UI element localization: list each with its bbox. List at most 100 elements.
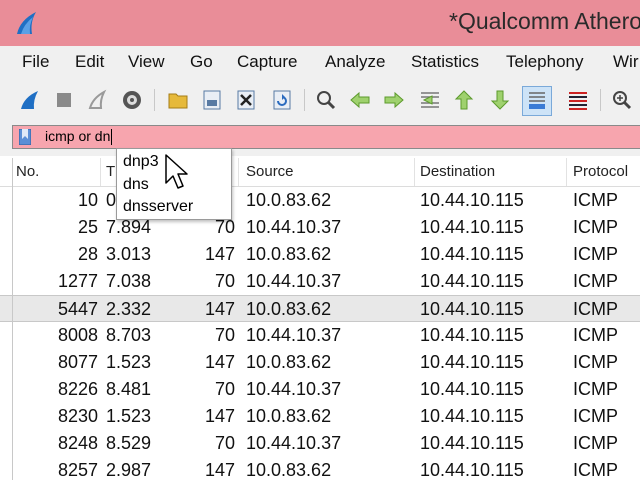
shark-fin-icon[interactable] [18,88,42,112]
cell-destination: 10.44.10.115 [420,379,524,399]
cell-destination: 10.44.10.115 [420,325,524,345]
zoom-in-icon[interactable] [610,88,634,112]
capture-options-icon[interactable] [120,88,144,112]
cell-source: 10.0.83.62 [246,244,332,264]
column-divider[interactable] [238,158,239,186]
menu-wireless[interactable]: Wir [613,52,638,72]
cell-length: 70 [214,433,235,453]
display-filter-text: icmp or dn [45,128,113,146]
cell-source: 10.44.10.37 [246,325,342,345]
cell-destination: 10.44.10.115 [420,299,524,319]
cell-no: 8257 [57,460,98,480]
cell-protocol: ICMP [573,433,618,453]
go-last-icon[interactable] [488,88,512,112]
cell-source: 10.44.10.37 [246,217,342,237]
filter-toolbar: icmp or dn [0,118,640,156]
cell-time: 3.013 [106,244,152,264]
open-folder-icon[interactable] [166,88,190,112]
mouse-cursor-icon [165,154,188,189]
cell-destination: 10.44.10.115 [420,271,524,291]
column-header-protocol[interactable]: Protocol [573,163,628,180]
column-header-time[interactable]: T [106,163,115,180]
table-row[interactable]: 8248 8.529 70 10.44.10.37 10.44.10.115 I… [0,430,640,457]
find-icon[interactable] [314,88,338,112]
menu-go[interactable]: Go [190,52,213,72]
table-row[interactable]: 8008 8.703 70 10.44.10.37 10.44.10.115 I… [0,322,640,349]
stop-icon[interactable] [52,88,76,112]
window-title: *Qualcomm Athero [449,8,640,34]
autoscroll-icon[interactable] [522,86,552,116]
cell-source: 10.0.83.62 [246,352,332,372]
column-divider[interactable] [414,158,415,186]
table-row[interactable]: 8230 1.523 147 10.0.83.62 10.44.10.115 I… [0,403,640,430]
cell-length: 147 [204,352,235,372]
packet-list-header: No. T Source Destination Protocol [0,158,640,187]
cell-destination: 10.44.10.115 [420,433,524,453]
column-header-destination[interactable]: Destination [420,163,495,180]
cell-protocol: ICMP [573,325,618,345]
toolbar-separator [600,89,601,111]
go-back-icon[interactable] [348,88,372,112]
cell-no: 8077 [57,352,98,372]
cell-source: 10.44.10.37 [246,271,342,291]
table-row[interactable]: 25 7.894 70 10.44.10.37 10.44.10.115 ICM… [0,214,640,241]
cell-no: 28 [77,244,98,264]
table-row[interactable]: 1277 7.038 70 10.44.10.37 10.44.10.115 I… [0,268,640,295]
table-row[interactable]: 28 3.013 147 10.0.83.62 10.44.10.115 ICM… [0,241,640,268]
cell-no: 1277 [57,271,98,291]
toolbar-separator [304,89,305,111]
menu-view[interactable]: View [128,52,165,72]
column-header-source[interactable]: Source [246,163,294,180]
autocomplete-item-dns[interactable]: dns [123,176,149,194]
menu-capture[interactable]: Capture [237,52,297,72]
restart-fin-icon[interactable] [86,88,110,112]
cell-destination: 10.44.10.115 [420,217,524,237]
cell-protocol: ICMP [573,406,618,426]
table-row[interactable]: 8077 1.523 147 10.0.83.62 10.44.10.115 I… [0,349,640,376]
menu-edit[interactable]: Edit [75,52,104,72]
wireshark-logo-icon [17,12,36,34]
colorize-icon[interactable] [566,88,590,112]
go-forward-icon[interactable] [382,88,406,112]
text-caret [111,129,113,146]
cell-no: 8226 [57,379,98,399]
cell-source: 10.44.10.37 [246,379,342,399]
save-file-icon[interactable] [200,88,224,112]
menu-file[interactable]: File [22,52,49,72]
menu-statistics[interactable]: Statistics [411,52,479,72]
cell-no: 8008 [57,325,98,345]
column-header-no[interactable]: No. [16,163,39,180]
cell-protocol: ICMP [573,379,618,399]
column-divider[interactable] [100,158,101,186]
cell-protocol: ICMP [573,460,618,480]
menu-analyze[interactable]: Analyze [325,52,385,72]
table-row[interactable]: 10 0 10.0.83.62 10.44.10.115 ICMP [0,187,640,214]
cell-length: 147 [204,244,235,264]
cell-length: 147 [204,406,235,426]
cell-time: 0 [106,190,117,210]
go-first-icon[interactable] [452,88,476,112]
table-row[interactable]: 8226 8.481 70 10.44.10.37 10.44.10.115 I… [0,376,640,403]
table-row-selected[interactable]: 5447 2.332 147 10.0.83.62 10.44.10.115 I… [0,295,640,322]
filter-bookmark-icon[interactable] [19,129,31,145]
cell-time: 8.481 [106,379,152,399]
cell-protocol: ICMP [573,190,618,210]
autocomplete-item-dnp3[interactable]: dnp3 [123,153,159,171]
cell-time: 1.523 [106,352,152,372]
cell-protocol: ICMP [573,299,618,319]
autocomplete-item-dnsserver[interactable]: dnsserver [123,198,193,216]
display-filter-input[interactable]: icmp or dn [12,125,640,149]
column-divider[interactable] [566,158,567,186]
go-to-packet-icon[interactable] [418,88,442,112]
main-toolbar [0,80,640,119]
title-bar: *Qualcomm Athero [0,0,640,46]
cell-no: 10 [77,190,98,210]
packet-list[interactable]: 10 0 10.0.83.62 10.44.10.115 ICMP 25 7.8… [0,187,640,480]
cell-length: 70 [214,379,235,399]
cell-destination: 10.44.10.115 [420,352,524,372]
cell-length: 147 [204,299,235,319]
pane-border [12,158,13,480]
reload-icon[interactable] [270,88,294,112]
menu-telephony[interactable]: Telephony [506,52,584,72]
close-file-icon[interactable] [234,88,258,112]
